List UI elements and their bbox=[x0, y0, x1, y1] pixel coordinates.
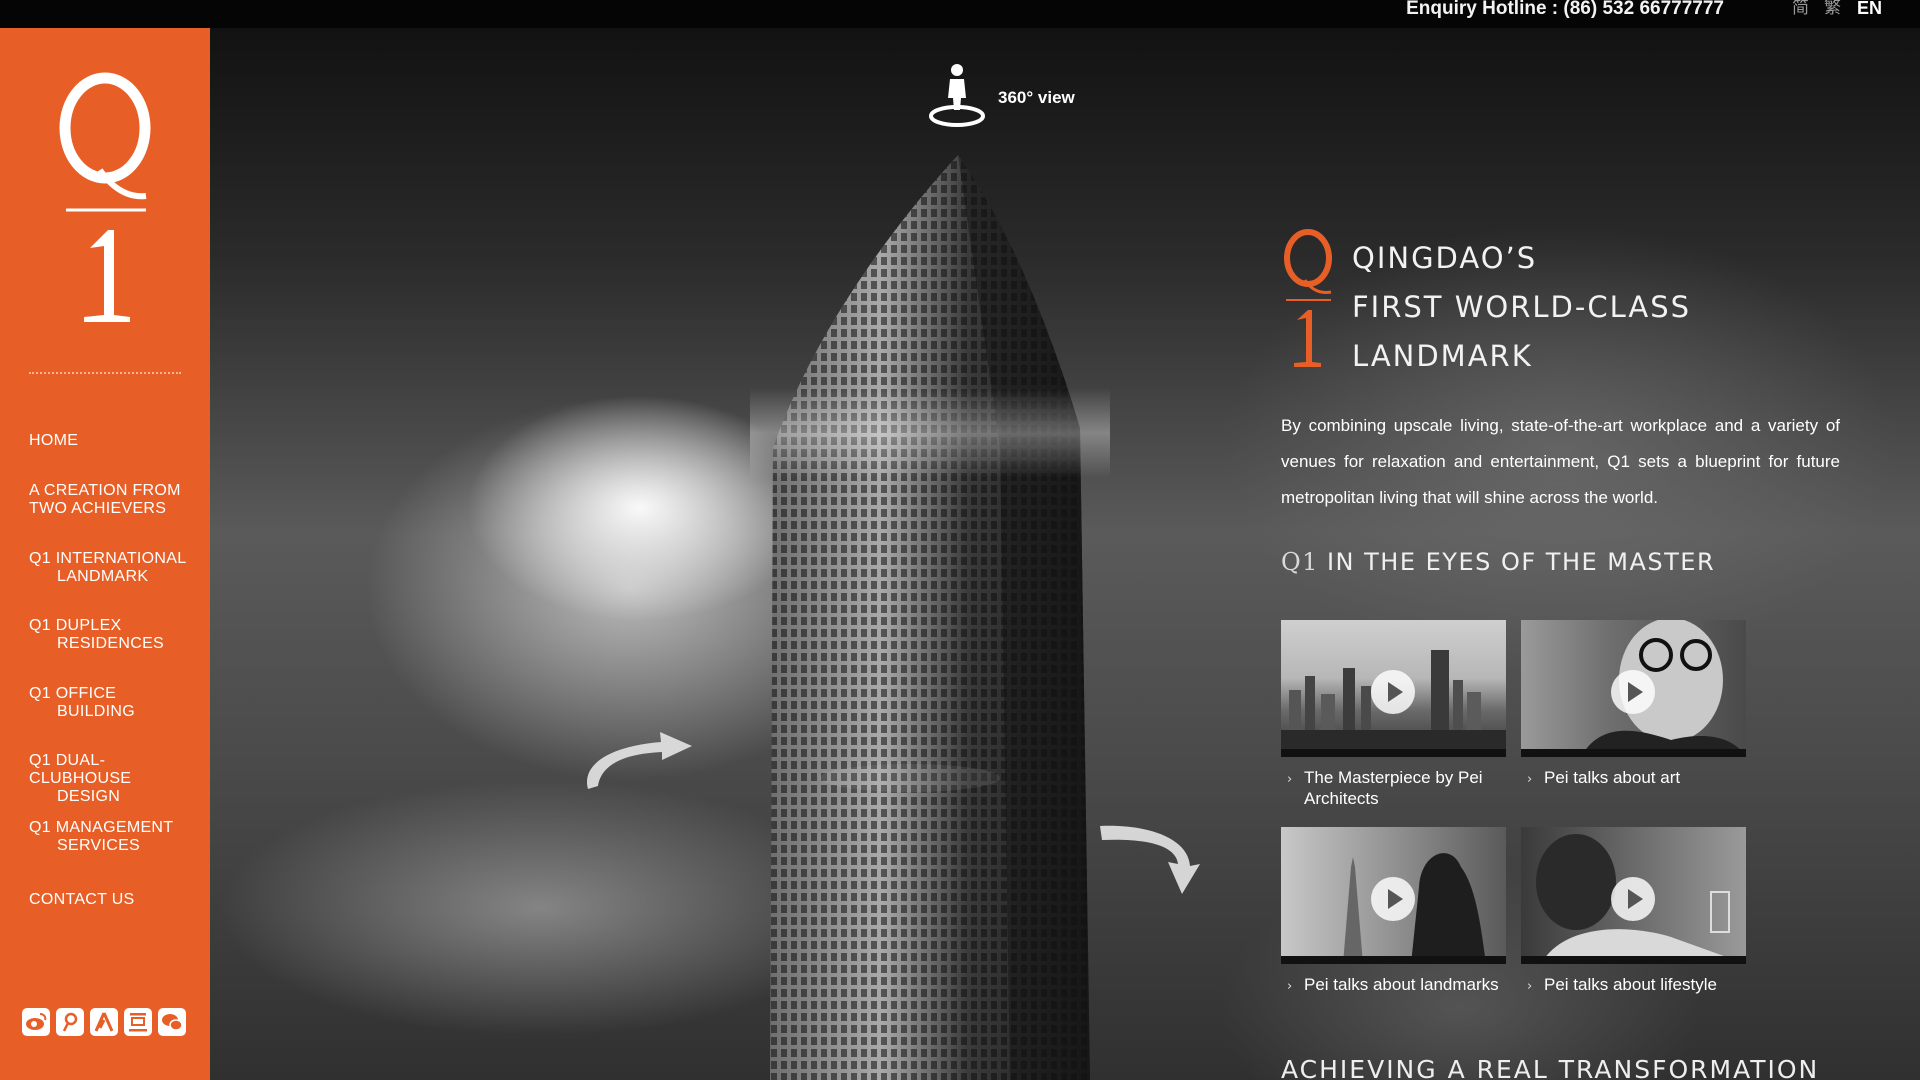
enquiry-hotline: Enquiry Hotline : (86) 532 66777777 bbox=[1406, 0, 1724, 19]
nav-label-line1: Q1 MANAGEMENT bbox=[29, 819, 174, 836]
weibo-icon[interactable] bbox=[22, 1008, 50, 1036]
video-masterpiece[interactable]: › The Masterpiece by Pei Architects bbox=[1281, 620, 1506, 809]
nav-label-line2: SERVICES bbox=[57, 837, 141, 854]
play-icon[interactable] bbox=[1371, 877, 1415, 921]
video-caption: › Pei talks about lifestyle bbox=[1521, 974, 1746, 995]
page-headline: QINGDAO’S FIRST WORLD-CLASS LANDMARK bbox=[1352, 234, 1691, 381]
nav-home-label: HOME bbox=[29, 432, 79, 449]
nav-label-line2: BUILDING bbox=[57, 703, 135, 720]
nav-label-line2: RESIDENCES bbox=[57, 635, 165, 652]
q1-logo[interactable]: Q1 bbox=[50, 70, 160, 330]
section-heading-prefix: Q1 bbox=[1281, 548, 1319, 576]
video-caption: › The Masterpiece by Pei Architects bbox=[1281, 767, 1506, 809]
nav-office-building[interactable]: Q1 OFFICE BUILDING bbox=[29, 667, 199, 739]
chevron-right-icon: › bbox=[1287, 979, 1293, 994]
play-icon[interactable] bbox=[1611, 670, 1655, 714]
nav-creation-from-two-achievers[interactable]: A CREATION FROM TWO ACHIEVERS bbox=[29, 464, 199, 536]
video-caption-text: The Masterpiece by Pei Architects bbox=[1304, 768, 1483, 808]
video-caption: › Pei talks about art bbox=[1521, 767, 1746, 788]
video-thumbnail bbox=[1521, 620, 1746, 757]
q1-orange-mark bbox=[1284, 229, 1332, 367]
nav-label-line1: A CREATION FROM bbox=[29, 482, 181, 499]
video-thumbnail bbox=[1521, 827, 1746, 964]
nav-home[interactable]: HOME bbox=[29, 414, 199, 450]
video-caption-text: Pei talks about art bbox=[1544, 768, 1681, 787]
video-caption-text: Pei talks about landmarks bbox=[1304, 975, 1499, 994]
view-360-button[interactable]: 360° view bbox=[926, 62, 1086, 128]
video-caption-text: Pei talks about lifestyle bbox=[1544, 975, 1717, 994]
play-icon[interactable] bbox=[1371, 670, 1415, 714]
top-bar: Enquiry Hotline : (86) 532 66777777 简 繁 … bbox=[0, 0, 1920, 28]
video-caption: › Pei talks about landmarks bbox=[1281, 974, 1506, 995]
wechat-icon[interactable] bbox=[158, 1008, 186, 1036]
nav-contact-us[interactable]: CONTACT US bbox=[29, 873, 199, 909]
nav-label-line1: Q1 DUPLEX bbox=[29, 617, 122, 634]
next-section-heading: ACHIEVING A REAL TRANSFORMATION bbox=[1281, 1055, 1820, 1080]
nav-label-line1: Q1 DUAL-CLUBHOUSE bbox=[29, 752, 132, 787]
video-pei-landmarks[interactable]: › Pei talks about landmarks bbox=[1281, 827, 1506, 995]
video-pei-lifestyle[interactable]: › Pei talks about lifestyle bbox=[1521, 827, 1746, 995]
intro-paragraph: By combining upscale living, state-of-th… bbox=[1281, 416, 1840, 507]
nav-label-line1: Q1 OFFICE bbox=[29, 685, 117, 702]
sidebar-divider bbox=[29, 372, 181, 374]
tencent-weibo-icon[interactable] bbox=[56, 1008, 84, 1036]
headline-line-2: FIRST WORLD-CLASS bbox=[1352, 290, 1692, 324]
sidebar: Q1 HOME A CREATION FROM TWO ACHIEVERS Q1… bbox=[0, 28, 210, 1080]
video-thumbnail bbox=[1281, 827, 1506, 964]
rotate-right-arrow-icon[interactable] bbox=[1098, 818, 1208, 898]
play-icon[interactable] bbox=[1611, 877, 1655, 921]
social-links bbox=[22, 1008, 192, 1038]
view-360-label: 360° view bbox=[998, 88, 1075, 107]
headline-line-3: LANDMARK bbox=[1352, 339, 1533, 373]
section-heading-title: IN THE EYES OF THE MASTER bbox=[1326, 548, 1716, 576]
nav-management-services[interactable]: Q1 MANAGEMENT SERVICES bbox=[29, 801, 199, 873]
renren-icon[interactable] bbox=[90, 1008, 118, 1036]
nav-duplex-residences[interactable]: Q1 DUPLEX RESIDENCES bbox=[29, 599, 199, 671]
lang-simplified-chinese[interactable]: 简 bbox=[1792, 0, 1809, 20]
lang-english[interactable]: EN bbox=[1857, 0, 1882, 20]
chevron-right-icon: › bbox=[1527, 772, 1533, 787]
nav-label-line1: Q1 INTERNATIONAL bbox=[29, 550, 187, 567]
nav-label-line2: TWO ACHIEVERS bbox=[29, 500, 167, 517]
headline-line-1: QINGDAO’S bbox=[1352, 241, 1538, 275]
video-thumbnail bbox=[1281, 620, 1506, 757]
video-pei-art[interactable]: › Pei talks about art bbox=[1521, 620, 1746, 788]
nav-international-landmark[interactable]: Q1 INTERNATIONAL LANDMARK bbox=[29, 532, 199, 604]
nav-contact-label: CONTACT US bbox=[29, 891, 135, 908]
rotate-left-arrow-icon[interactable] bbox=[576, 724, 696, 794]
lang-traditional-chinese[interactable]: 繁 bbox=[1824, 0, 1841, 20]
douban-icon[interactable] bbox=[124, 1008, 152, 1036]
section-heading: Q1 IN THE EYES OF THE MASTER bbox=[1281, 548, 1715, 576]
nav-label-line2: LANDMARK bbox=[57, 568, 149, 585]
chevron-right-icon: › bbox=[1527, 979, 1533, 994]
chevron-right-icon: › bbox=[1287, 772, 1293, 787]
person-pin-icon bbox=[929, 64, 985, 127]
